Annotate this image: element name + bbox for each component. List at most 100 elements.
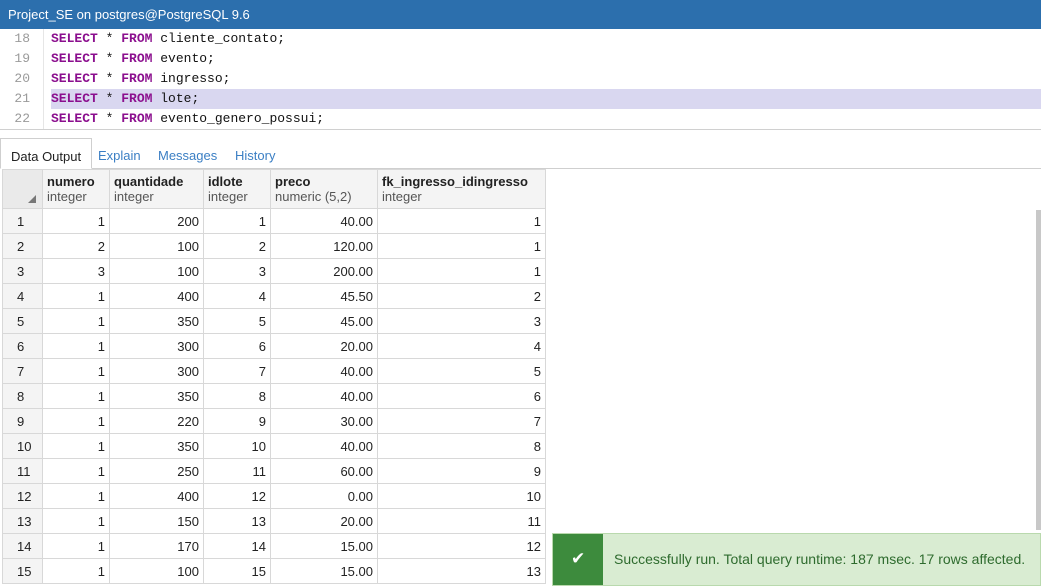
table-cell[interactable]: 7 bbox=[377, 408, 546, 434]
table-cell[interactable]: 60.00 bbox=[270, 458, 378, 484]
table-cell[interactable]: 15.00 bbox=[270, 558, 378, 584]
table-cell[interactable]: 1 bbox=[42, 383, 110, 409]
row-number[interactable]: 5 bbox=[2, 308, 43, 334]
column-header-idlote[interactable]: idlote integer bbox=[203, 169, 271, 209]
code-line-active[interactable]: 21 SELECT * FROM lote; bbox=[0, 89, 1041, 109]
row-number[interactable]: 12 bbox=[2, 483, 43, 509]
code-text[interactable]: SELECT * FROM evento; bbox=[51, 49, 1041, 69]
table-cell[interactable]: 40.00 bbox=[270, 383, 378, 409]
table-cell[interactable]: 4 bbox=[377, 333, 546, 359]
table-row[interactable]: 12 1 400 12 0.00 10 bbox=[2, 483, 546, 509]
code-line[interactable]: 20 SELECT * FROM ingresso; bbox=[0, 69, 1041, 89]
table-cell[interactable]: 1 bbox=[42, 408, 110, 434]
table-cell[interactable]: 13 bbox=[377, 558, 546, 584]
data-grid[interactable]: numero integer quantidade integer idlote in… bbox=[0, 169, 1041, 586]
code-line[interactable]: 19 SELECT * FROM evento; bbox=[0, 49, 1041, 69]
table-cell[interactable]: 40.00 bbox=[270, 208, 378, 234]
table-row[interactable]: 4 1 400 4 45.50 2 bbox=[2, 283, 546, 309]
code-line[interactable]: 22 SELECT * FROM evento_genero_possui; bbox=[0, 109, 1041, 129]
table-row[interactable]: 1 1 200 1 40.00 1 bbox=[2, 208, 546, 234]
row-number[interactable]: 4 bbox=[2, 283, 43, 309]
table-cell[interactable]: 10 bbox=[377, 483, 546, 509]
table-cell[interactable]: 100 bbox=[109, 258, 204, 284]
table-cell[interactable]: 9 bbox=[377, 458, 546, 484]
table-row[interactable]: 9 1 220 9 30.00 7 bbox=[2, 408, 546, 434]
row-number[interactable]: 10 bbox=[2, 433, 43, 459]
table-cell[interactable]: 1 bbox=[377, 233, 546, 259]
table-cell[interactable]: 1 bbox=[42, 458, 110, 484]
table-cell[interactable]: 15 bbox=[203, 558, 271, 584]
column-header-quantidade[interactable]: quantidade integer bbox=[109, 169, 204, 209]
table-cell[interactable]: 13 bbox=[203, 508, 271, 534]
row-number[interactable]: 1 bbox=[2, 208, 43, 234]
table-cell[interactable]: 3 bbox=[203, 258, 271, 284]
table-cell[interactable]: 100 bbox=[109, 558, 204, 584]
table-cell[interactable]: 150 bbox=[109, 508, 204, 534]
table-cell[interactable]: 10 bbox=[203, 433, 271, 459]
table-cell[interactable]: 2 bbox=[377, 283, 546, 309]
table-cell[interactable]: 1 bbox=[42, 433, 110, 459]
table-cell[interactable]: 15.00 bbox=[270, 533, 378, 559]
table-cell[interactable]: 100 bbox=[109, 233, 204, 259]
tab-explain[interactable]: Explain bbox=[98, 138, 141, 169]
table-cell[interactable]: 12 bbox=[377, 533, 546, 559]
table-cell[interactable]: 9 bbox=[203, 408, 271, 434]
table-row[interactable]: 13 1 150 13 20.00 11 bbox=[2, 508, 546, 534]
table-cell[interactable]: 1 bbox=[42, 358, 110, 384]
row-number[interactable]: 15 bbox=[2, 558, 43, 584]
table-cell[interactable]: 350 bbox=[109, 433, 204, 459]
table-cell[interactable]: 45.00 bbox=[270, 308, 378, 334]
table-cell[interactable]: 1 bbox=[42, 558, 110, 584]
table-cell[interactable]: 12 bbox=[203, 483, 271, 509]
code-text[interactable]: SELECT * FROM cliente_contato; bbox=[51, 29, 1041, 49]
code-text[interactable]: SELECT * FROM ingresso; bbox=[51, 69, 1041, 89]
table-cell[interactable]: 5 bbox=[203, 308, 271, 334]
table-cell[interactable]: 20.00 bbox=[270, 508, 378, 534]
table-cell[interactable]: 30.00 bbox=[270, 408, 378, 434]
table-cell[interactable]: 250 bbox=[109, 458, 204, 484]
table-cell[interactable]: 40.00 bbox=[270, 433, 378, 459]
table-cell[interactable]: 300 bbox=[109, 333, 204, 359]
table-cell[interactable]: 2 bbox=[203, 233, 271, 259]
table-cell[interactable]: 120.00 bbox=[270, 233, 378, 259]
table-cell[interactable]: 220 bbox=[109, 408, 204, 434]
table-cell[interactable]: 400 bbox=[109, 283, 204, 309]
row-number[interactable]: 3 bbox=[2, 258, 43, 284]
table-cell[interactable]: 1 bbox=[42, 533, 110, 559]
table-cell[interactable]: 200.00 bbox=[270, 258, 378, 284]
table-row[interactable]: 8 1 350 8 40.00 6 bbox=[2, 383, 546, 409]
table-cell[interactable]: 1 bbox=[42, 208, 110, 234]
row-number[interactable]: 14 bbox=[2, 533, 43, 559]
table-row[interactable]: 7 1 300 7 40.00 5 bbox=[2, 358, 546, 384]
sql-editor[interactable]: 18 SELECT * FROM cliente_contato; 19 SEL… bbox=[0, 29, 1041, 130]
table-row[interactable]: 10 1 350 10 40.00 8 bbox=[2, 433, 546, 459]
tab-history[interactable]: History bbox=[235, 138, 275, 169]
table-row[interactable]: 5 1 350 5 45.00 3 bbox=[2, 308, 546, 334]
table-row[interactable]: 15 1 100 15 15.00 13 bbox=[2, 558, 546, 584]
table-row[interactable]: 3 3 100 3 200.00 1 bbox=[2, 258, 546, 284]
table-cell[interactable]: 200 bbox=[109, 208, 204, 234]
table-row[interactable]: 14 1 170 14 15.00 12 bbox=[2, 533, 546, 559]
code-line[interactable]: 18 SELECT * FROM cliente_contato; bbox=[0, 29, 1041, 49]
table-cell[interactable]: 5 bbox=[377, 358, 546, 384]
table-cell[interactable]: 1 bbox=[42, 483, 110, 509]
table-cell[interactable]: 170 bbox=[109, 533, 204, 559]
table-cell[interactable]: 350 bbox=[109, 383, 204, 409]
table-cell[interactable]: 1 bbox=[42, 508, 110, 534]
table-cell[interactable]: 1 bbox=[203, 208, 271, 234]
table-cell[interactable]: 3 bbox=[42, 258, 110, 284]
row-number[interactable]: 7 bbox=[2, 358, 43, 384]
table-cell[interactable]: 8 bbox=[203, 383, 271, 409]
table-cell[interactable]: 4 bbox=[203, 283, 271, 309]
row-number[interactable]: 9 bbox=[2, 408, 43, 434]
code-text[interactable]: SELECT * FROM lote; bbox=[51, 89, 1041, 109]
table-cell[interactable]: 1 bbox=[42, 333, 110, 359]
code-text[interactable]: SELECT * FROM evento_genero_possui; bbox=[51, 109, 1041, 129]
row-number[interactable]: 6 bbox=[2, 333, 43, 359]
row-number[interactable]: 13 bbox=[2, 508, 43, 534]
table-cell[interactable]: 11 bbox=[203, 458, 271, 484]
select-all-corner[interactable] bbox=[2, 169, 43, 209]
row-number[interactable]: 11 bbox=[2, 458, 43, 484]
tab-data-output[interactable]: Data Output bbox=[0, 138, 93, 169]
table-cell[interactable]: 0.00 bbox=[270, 483, 378, 509]
